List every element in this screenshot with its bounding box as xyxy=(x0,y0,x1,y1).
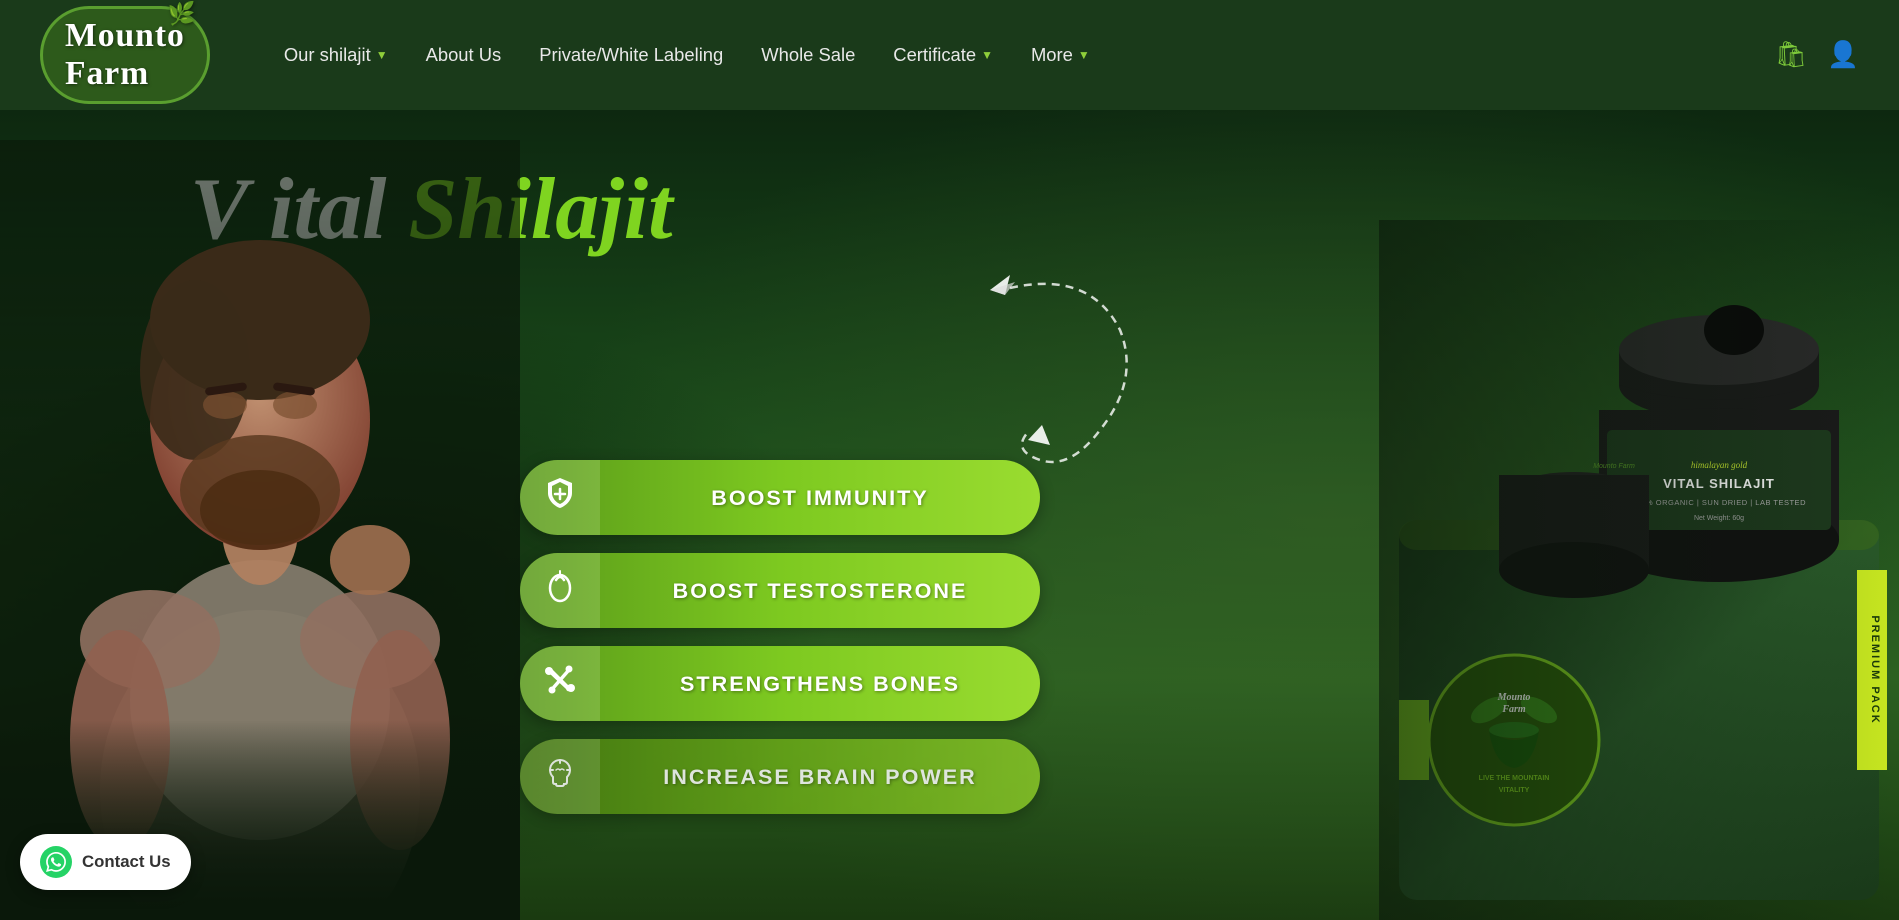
nav-icons: 🛍 👤 xyxy=(1775,40,1859,70)
contact-label: Contact Us xyxy=(82,852,171,872)
chevron-down-icon: ▼ xyxy=(981,48,993,62)
feature-label-bones: STRENGTHENS BONES xyxy=(600,671,1040,697)
feature-label-immunity: BOOST IMMUNITY xyxy=(600,485,1040,511)
feature-boost-immunity[interactable]: BOOST IMMUNITY xyxy=(520,460,1040,535)
user-icon[interactable]: 👤 xyxy=(1827,40,1859,70)
contact-us-button[interactable]: Contact Us xyxy=(20,834,191,890)
chevron-down-icon: ▼ xyxy=(376,48,388,62)
nav-item-about[interactable]: About Us xyxy=(412,36,516,74)
logo-text: Mounto Farm 🌿 xyxy=(40,6,210,104)
cart-icon[interactable]: 🛍 xyxy=(1775,40,1808,70)
nav-item-shilajit[interactable]: Our shilajit ▼ xyxy=(270,36,402,74)
nav-item-wholesale[interactable]: Whole Sale xyxy=(747,36,869,74)
logo[interactable]: Mounto Farm 🌿 xyxy=(40,6,210,104)
nav-item-more[interactable]: More ▼ xyxy=(1017,36,1104,74)
feature-icon-brain xyxy=(520,739,600,814)
feature-icon-immunity xyxy=(520,460,600,535)
feature-strengthen-bones[interactable]: STRENGTHENS BONES xyxy=(520,646,1040,721)
features-list: BOOST IMMUNITY BOOST TESTOSTERONE xyxy=(520,460,1040,814)
logo-line2: Farm xyxy=(65,55,149,92)
whatsapp-icon xyxy=(40,846,72,878)
feature-icon-bones xyxy=(520,646,600,721)
navbar: Mounto Farm 🌿 Our shilajit ▼ About Us Pr… xyxy=(0,0,1899,110)
chevron-down-icon: ▼ xyxy=(1078,48,1090,62)
logo-line1: Mounto xyxy=(65,17,185,54)
product-figure: PREMIUM PACK himalayan gold VITAL SHILAJ… xyxy=(1379,240,1899,920)
nav-item-private[interactable]: Private/White Labeling xyxy=(525,36,737,74)
feature-label-testosterone: BOOST TESTOSTERONE xyxy=(600,578,1040,604)
logo-leaf-icon: 🌿 xyxy=(168,1,197,27)
hero-section: V ital Shilajit xyxy=(0,110,1899,920)
feature-brain-power[interactable]: INCREASE BRAIN POWER xyxy=(520,739,1040,814)
nav-item-certificate[interactable]: Certificate ▼ xyxy=(879,36,1007,74)
nav-links: Our shilajit ▼ About Us Private/White La… xyxy=(270,36,1755,74)
feature-boost-testosterone[interactable]: BOOST TESTOSTERONE xyxy=(520,553,1040,628)
feature-label-brain: INCREASE BRAIN POWER xyxy=(600,764,1040,790)
man-figure xyxy=(0,140,520,920)
feature-icon-testosterone xyxy=(520,553,600,628)
